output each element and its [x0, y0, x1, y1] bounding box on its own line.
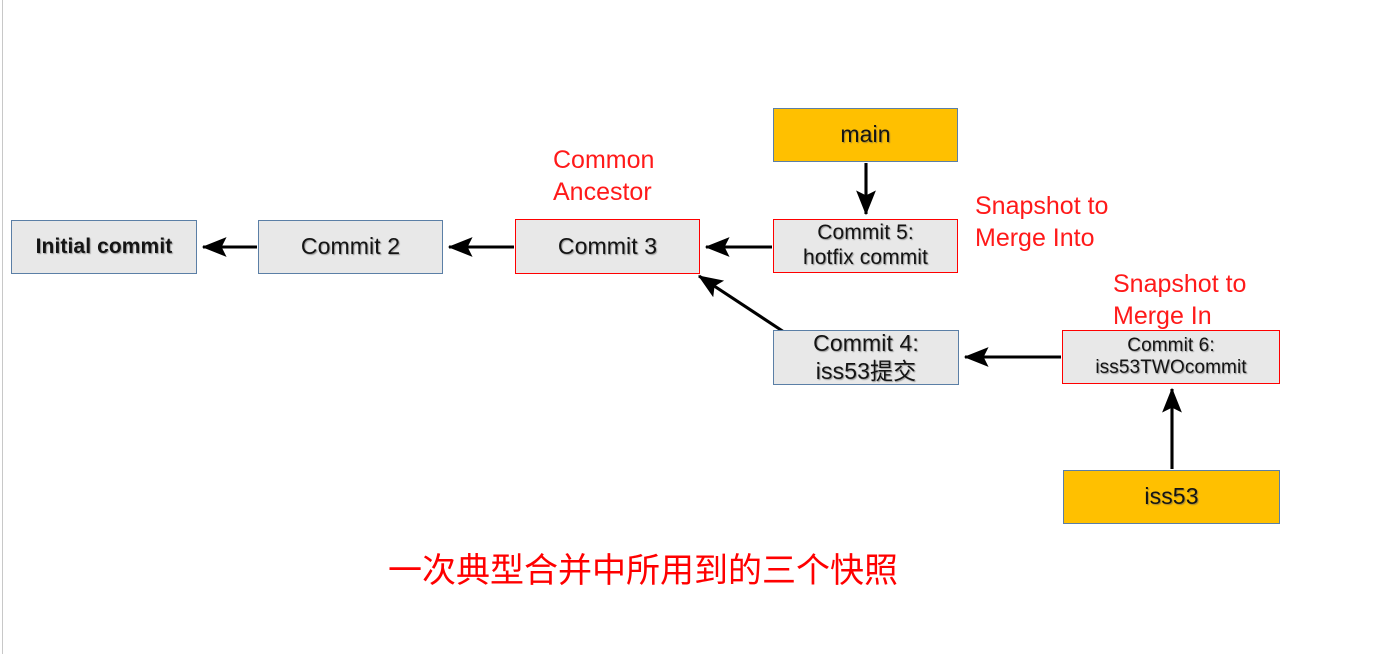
annotation-snapshot-to-merge-in: Snapshot to Merge In [1113, 270, 1247, 330]
node-commit-4-line2: iss53提交 [815, 357, 917, 384]
annotation-snapshot-to-merge-into: Snapshot to Merge Into [975, 192, 1109, 252]
diagram-caption: 一次典型合并中所用到的三个快照 [388, 552, 898, 590]
node-commit-6[interactable]: Commit 6: iss53TWOcommit [1062, 330, 1280, 384]
node-commit-2[interactable]: Commit 2 [258, 220, 443, 274]
node-main-branch-label: main [840, 121, 891, 148]
diagram-canvas: Initial commit Commit 2 Commit 3 Commit … [0, 0, 1394, 654]
edge-commit4-to-commit3 [697, 274, 785, 334]
node-commit-4[interactable]: Commit 4: iss53提交 [773, 330, 959, 385]
node-commit-5-line1: Commit 5: [817, 221, 914, 245]
node-commit-6-line1: Commit 6: [1127, 334, 1215, 356]
node-commit-2-line1: Commit 2 [300, 233, 401, 260]
node-commit-5[interactable]: Commit 5: hotfix commit [773, 219, 958, 273]
node-iss53-branch-label: iss53 [1144, 483, 1199, 510]
node-initial-commit[interactable]: Initial commit [11, 220, 197, 274]
node-commit-6-line2: iss53TWOcommit [1095, 357, 1247, 378]
node-commit-5-line2: hotfix commit [803, 246, 928, 269]
node-main-branch[interactable]: main [773, 108, 958, 162]
node-initial-commit-line1: Initial commit [35, 234, 173, 258]
node-commit-3-line1: Commit 3 [557, 232, 658, 259]
slide-left-edge-rule [2, 0, 3, 654]
node-commit-4-line1: Commit 4: [813, 330, 919, 357]
annotation-common-ancestor: Common Ancestor [553, 146, 655, 206]
node-commit-3[interactable]: Commit 3 [515, 219, 700, 274]
node-iss53-branch[interactable]: iss53 [1063, 470, 1280, 524]
